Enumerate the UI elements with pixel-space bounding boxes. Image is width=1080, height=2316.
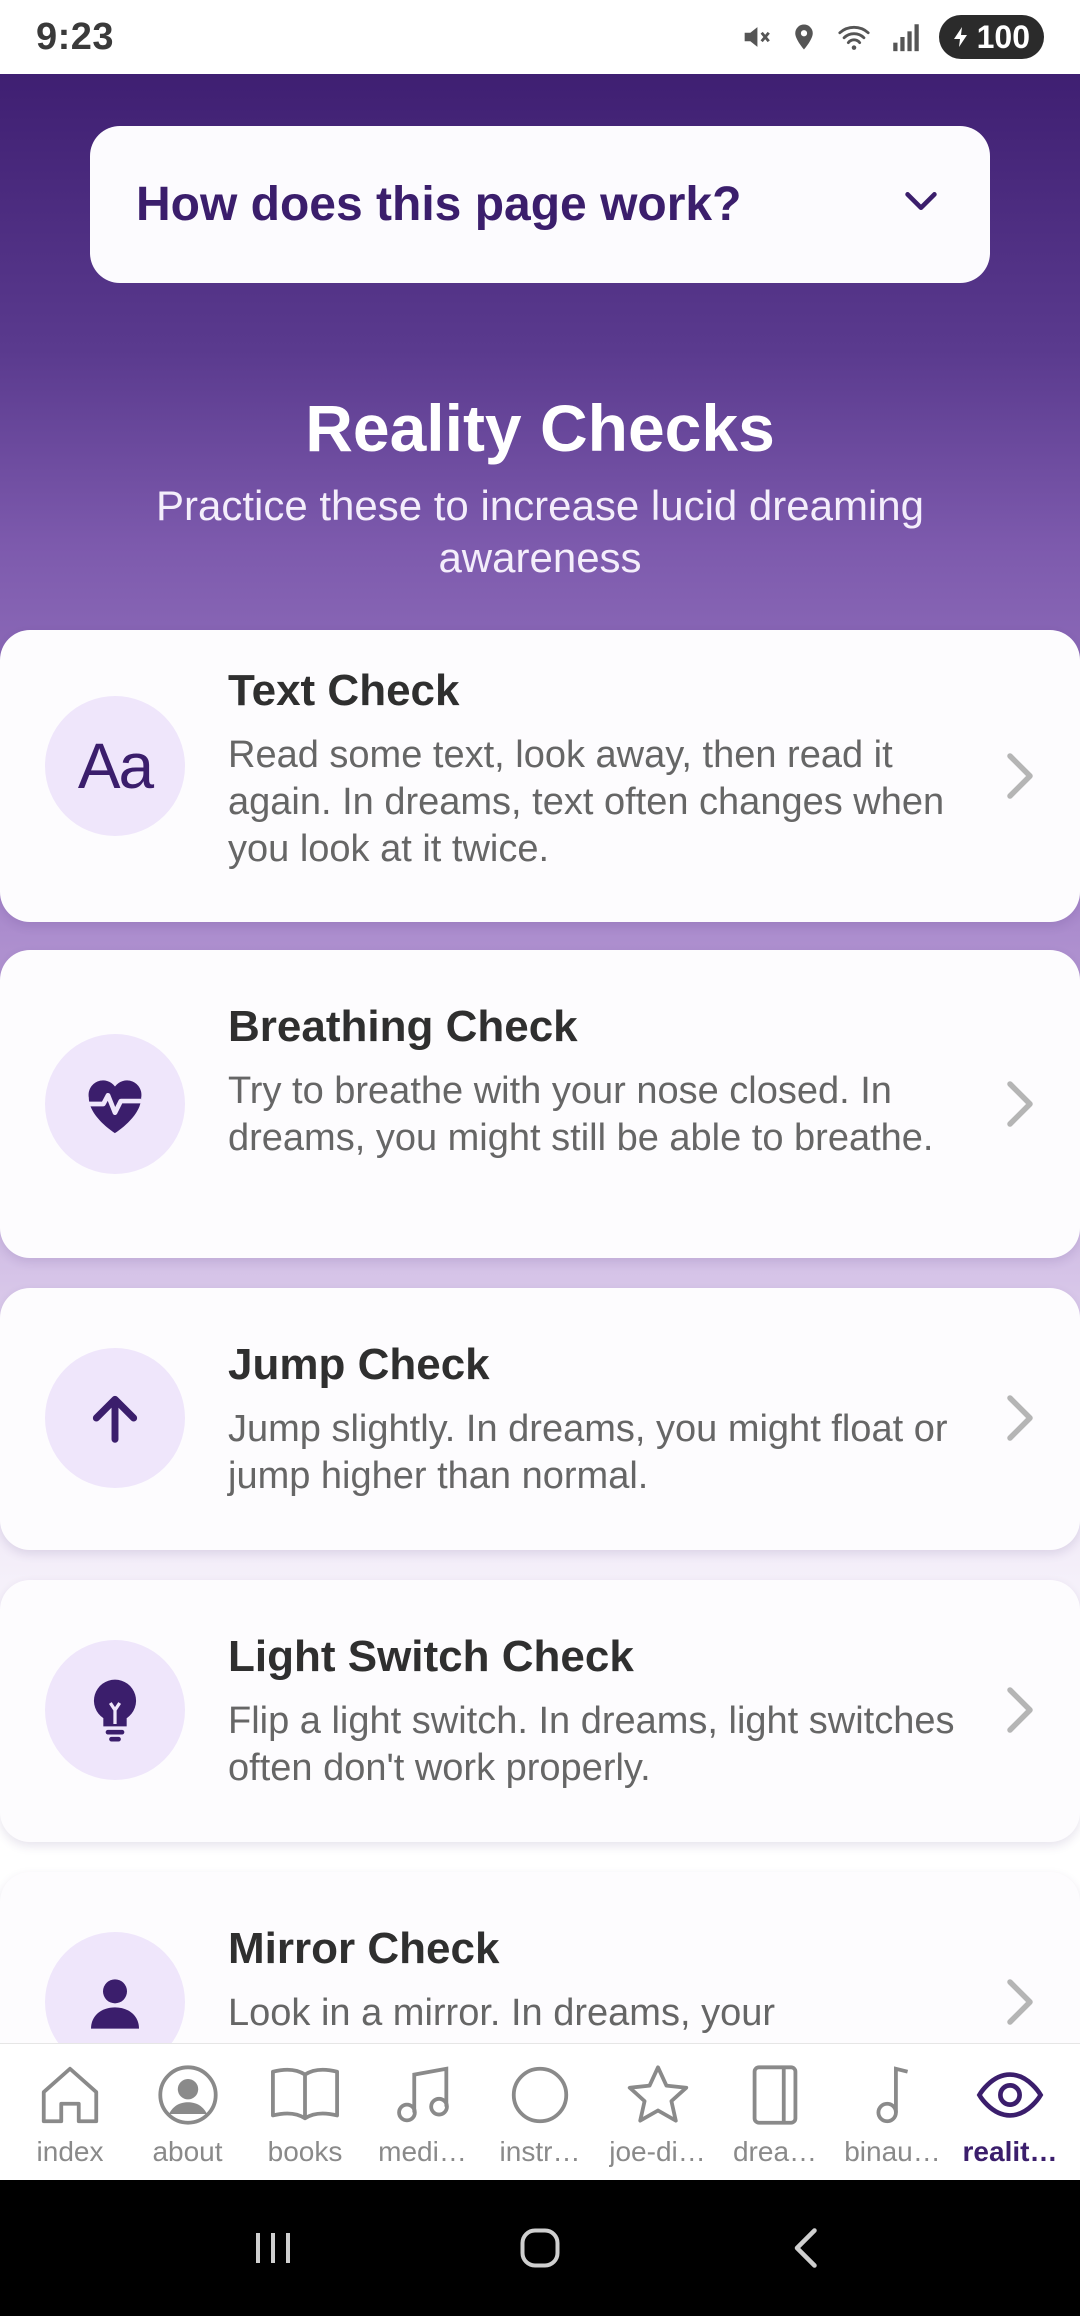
- chevron-right-icon: [1000, 1388, 1040, 1453]
- star-icon: [623, 2060, 693, 2130]
- chevron-down-icon: [898, 179, 944, 230]
- nav-label: drea…: [732, 2136, 818, 2167]
- nav-item-instructions[interactable]: instr…: [482, 2044, 598, 2180]
- nav-item-binaural[interactable]: binau…: [835, 2044, 951, 2180]
- home-icon: [35, 2060, 105, 2130]
- recents-icon[interactable]: [243, 2218, 303, 2278]
- reality-check-card-text[interactable]: Aa Text Check Read some text, look away,…: [0, 630, 1080, 922]
- system-nav-bar: [0, 2180, 1080, 2316]
- wifi-icon: [835, 20, 873, 54]
- card-description: Look in a mirror. In dreams, your: [228, 1992, 775, 2034]
- nav-label: medi…: [378, 2136, 467, 2167]
- signal-icon: [889, 20, 923, 54]
- location-icon: [789, 20, 819, 54]
- nav-label: binau…: [844, 2136, 941, 2167]
- nav-label: joe-di…: [609, 2136, 706, 2167]
- circle-icon: [505, 2060, 575, 2130]
- nav-label: books: [267, 2136, 343, 2167]
- card-title: Jump Check: [228, 1340, 490, 1389]
- card-title: Breathing Check: [228, 1002, 578, 1051]
- text-aa-icon: Aa: [45, 696, 185, 836]
- user-circle-icon: [153, 2060, 223, 2130]
- reality-check-card-light-switch[interactable]: Light Switch Check Flip a light switch. …: [0, 1580, 1080, 1842]
- card-description: Try to breathe with your nose closed. In…: [228, 1070, 934, 1159]
- card-description: Jump slightly. In dreams, you might floa…: [228, 1408, 948, 1497]
- status-icons: 100: [739, 15, 1044, 59]
- nav-item-dream[interactable]: drea…: [717, 2044, 833, 2180]
- nav-label: about: [152, 2136, 223, 2167]
- back-icon[interactable]: [777, 2218, 837, 2278]
- book-icon: [267, 2060, 343, 2130]
- nav-label: index: [36, 2136, 104, 2167]
- status-time: 9:23: [36, 15, 115, 58]
- chevron-right-icon: [1000, 1680, 1040, 1745]
- bottom-nav: index about books medi… instr… joe-di… d…: [0, 2043, 1080, 2180]
- mute-icon: [739, 20, 773, 54]
- nav-item-books[interactable]: books: [247, 2044, 363, 2180]
- nav-item-reality-checks[interactable]: realit…: [952, 2044, 1068, 2180]
- chevron-right-icon: [1000, 746, 1040, 811]
- card-description: Flip a light switch. In dreams, light sw…: [228, 1700, 955, 1789]
- battery-icon: 100: [938, 15, 1044, 59]
- single-note-icon: [858, 2060, 928, 2130]
- status-bar: 9:23 100: [0, 0, 1080, 74]
- nav-item-meditation[interactable]: medi…: [365, 2044, 481, 2180]
- lightbulb-icon: [45, 1640, 185, 1780]
- chevron-right-icon: [1000, 1074, 1040, 1139]
- home-button-icon[interactable]: [510, 2218, 570, 2278]
- reality-check-card-jump[interactable]: Jump Check Jump slightly. In dreams, you…: [0, 1288, 1080, 1550]
- page-subtitle: Practice these to increase lucid dreamin…: [155, 482, 925, 581]
- music-note-icon: [388, 2060, 458, 2130]
- how-it-works-accordion[interactable]: How does this page work?: [90, 126, 990, 283]
- tablet-icon: [740, 2060, 810, 2130]
- nav-item-index[interactable]: index: [12, 2044, 128, 2180]
- nav-item-joe-dispenza[interactable]: joe-di…: [600, 2044, 716, 2180]
- card-title: Mirror Check: [228, 1924, 500, 1973]
- heart-pulse-icon: [45, 1034, 185, 1174]
- card-title: Light Switch Check: [228, 1632, 634, 1681]
- arrow-up-icon: [45, 1348, 185, 1488]
- how-it-works-title: How does this page work?: [136, 178, 742, 231]
- nav-item-about[interactable]: about: [130, 2044, 246, 2180]
- chevron-right-icon: [1000, 1972, 1040, 2037]
- page-title: Reality Checks: [305, 391, 775, 465]
- reality-check-card-breathing[interactable]: Breathing Check Try to breathe with your…: [0, 950, 1080, 1258]
- card-title: Text Check: [228, 666, 460, 715]
- battery-level: 100: [976, 18, 1030, 55]
- nav-label: realit…: [962, 2136, 1058, 2167]
- card-description: Read some text, look away, then read it …: [228, 734, 945, 870]
- eye-icon: [975, 2060, 1045, 2130]
- nav-label: instr…: [499, 2136, 581, 2167]
